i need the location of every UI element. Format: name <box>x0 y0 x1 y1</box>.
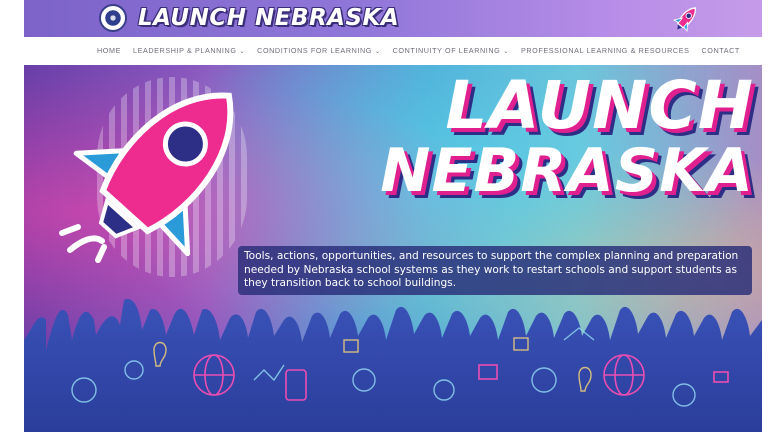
chevron-down-icon: ⌄ <box>239 49 246 55</box>
nav-item-leadership-planning[interactable]: LEADERSHIP & PLANNING ⌄ <box>133 46 245 55</box>
rocket-icon <box>672 7 696 33</box>
school-skyline-illustration <box>24 299 762 432</box>
hero-banner: LAUNCH NEBRASKA Tools, actions, opportun… <box>24 65 762 432</box>
hero-title: LAUNCH NEBRASKA <box>354 67 754 206</box>
nav-item-continuity-of-learning[interactable]: CONTINUITY OF LEARNING ⌄ <box>393 46 509 55</box>
chevron-down-icon: ⌄ <box>375 49 381 55</box>
nav-item-conditions-for-learning[interactable]: CONDITIONS FOR LEARNING ⌄ <box>257 46 380 55</box>
top-banner: LAUNCH NEBRASKA <box>24 0 762 37</box>
state-seal-icon[interactable] <box>99 4 127 32</box>
nav-item-professional-learning-resources[interactable]: PROFESSIONAL LEARNING & RESOURCES <box>521 46 690 55</box>
site-logo-title[interactable]: LAUNCH NEBRASKA <box>138 2 399 34</box>
hero-title-line-1: LAUNCH <box>445 67 754 144</box>
nav-item-home[interactable]: HOME <box>97 46 121 55</box>
hero-title-line-2: NEBRASKA <box>380 136 754 206</box>
main-nav: HOME LEADERSHIP & PLANNING ⌄ CONDITIONS F… <box>0 37 781 65</box>
nav-item-contact[interactable]: CONTACT <box>702 46 740 55</box>
chevron-down-icon: ⌄ <box>503 49 509 55</box>
